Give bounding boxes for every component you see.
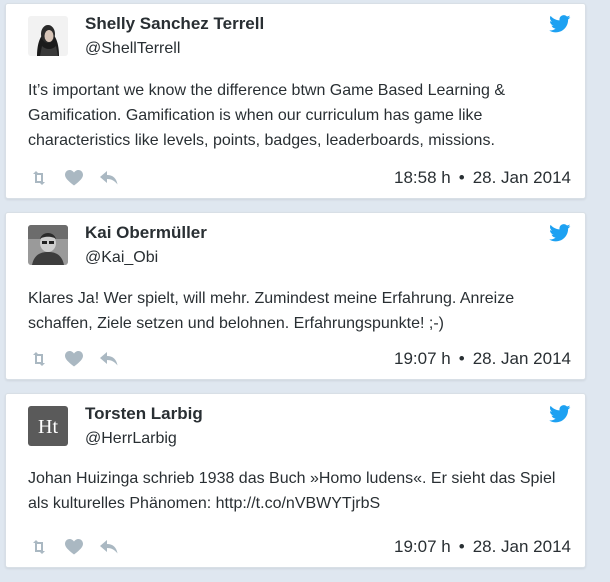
tweet-timestamp[interactable]: 19:07 h • 28. Jan 2014 <box>394 349 571 369</box>
tweet-time: 18:58 h <box>394 168 451 187</box>
reply-icon[interactable] <box>98 169 120 187</box>
tweet-author-handle[interactable]: @Kai_Obi <box>85 249 158 267</box>
tweet-date: 28. Jan 2014 <box>472 168 571 187</box>
tweet-card: Shelly Sanchez Terrell @ShellTerrell It’… <box>5 3 586 199</box>
reply-icon[interactable] <box>98 538 120 556</box>
tweet-author-handle[interactable]: @ShellTerrell <box>85 40 180 58</box>
tweet-actions <box>28 168 133 188</box>
heart-icon[interactable] <box>63 538 85 556</box>
tweet-time: 19:07 h <box>394 537 451 556</box>
tweet-card: Kai Obermüller @Kai_Obi Klares Ja! Wer s… <box>5 212 586 380</box>
tweet-text: Klares Ja! Wer spielt, will mehr. Zumind… <box>28 290 515 332</box>
retweet-icon[interactable] <box>28 538 50 556</box>
tweet-author-handle[interactable]: @HerrLarbig <box>85 430 177 448</box>
retweet-icon[interactable] <box>28 169 50 187</box>
avatar[interactable]: Ht <box>28 406 68 446</box>
separator-dot: • <box>458 349 465 368</box>
tweet-author-name[interactable]: Kai Obermüller <box>85 223 207 243</box>
twitter-bird-icon[interactable] <box>549 15 571 33</box>
tweet-author-name[interactable]: Torsten Larbig <box>85 404 203 424</box>
tweet-date: 28. Jan 2014 <box>472 537 571 556</box>
heart-icon[interactable] <box>63 169 85 187</box>
tweet-timestamp[interactable]: 18:58 h • 28. Jan 2014 <box>394 168 571 188</box>
twitter-bird-icon[interactable] <box>549 224 571 242</box>
tweet-actions <box>28 349 133 369</box>
separator-dot: • <box>458 168 465 187</box>
heart-icon[interactable] <box>63 350 85 368</box>
tweet-timestamp[interactable]: 19:07 h • 28. Jan 2014 <box>394 537 571 557</box>
avatar-logo-text: Ht <box>38 416 58 438</box>
avatar[interactable] <box>28 225 68 265</box>
tweet-card: Ht Torsten Larbig @HerrLarbig Johan Huiz… <box>5 393 586 568</box>
tweet-author-name[interactable]: Shelly Sanchez Terrell <box>85 14 264 34</box>
tweet-text: Johan Huizinga schrieb 1938 das Buch »Ho… <box>28 470 556 512</box>
tweet-date: 28. Jan 2014 <box>472 349 571 368</box>
reply-icon[interactable] <box>98 350 120 368</box>
tweet-text: It’s important we know the difference bt… <box>28 82 506 149</box>
retweet-icon[interactable] <box>28 350 50 368</box>
separator-dot: • <box>458 537 465 556</box>
tweet-actions <box>28 537 133 557</box>
tweet-time: 19:07 h <box>394 349 451 368</box>
avatar[interactable] <box>28 16 68 56</box>
twitter-bird-icon[interactable] <box>549 405 571 423</box>
